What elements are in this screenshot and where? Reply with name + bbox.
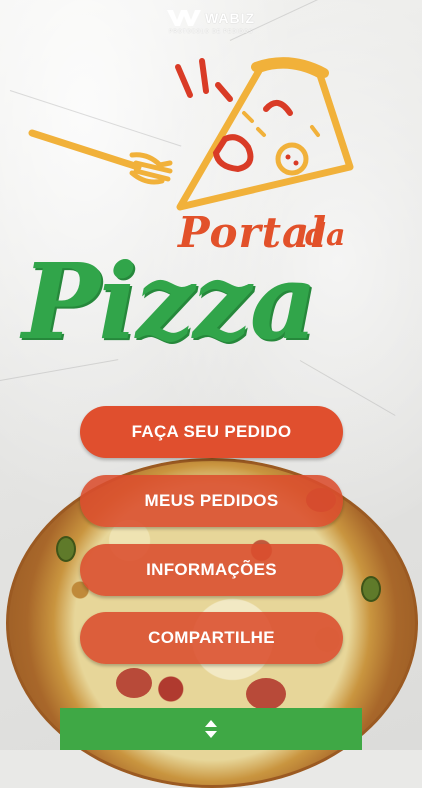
expand-arrows-icon[interactable] [204,719,218,739]
wabiz-mark-icon [166,10,201,26]
olive-icon [56,536,76,562]
share-button[interactable]: COMPARTILHE [80,612,343,664]
motion-lines-icon [175,58,233,102]
bottom-expand-bar[interactable] [60,708,362,750]
wabiz-logo: WABIZ PROTOCOLO DE PEDIDOS [0,10,422,35]
information-button[interactable]: INFORMAÇÕES [80,544,343,596]
pepperoni-icon [246,678,286,710]
logo-title-pizza: Pizza [22,240,317,363]
fork-icon [28,129,173,185]
pizza-slice-illustration [28,57,354,211]
order-button[interactable]: FAÇA SEU PEDIDO [80,406,343,458]
brand-name: WABIZ [204,10,256,26]
my-orders-button[interactable]: MEUS PEDIDOS [80,475,343,527]
olive-icon [361,576,381,602]
pepperoni-icon [116,668,152,698]
brand-tagline: PROTOCOLO DE PEDIDOS [168,29,254,35]
